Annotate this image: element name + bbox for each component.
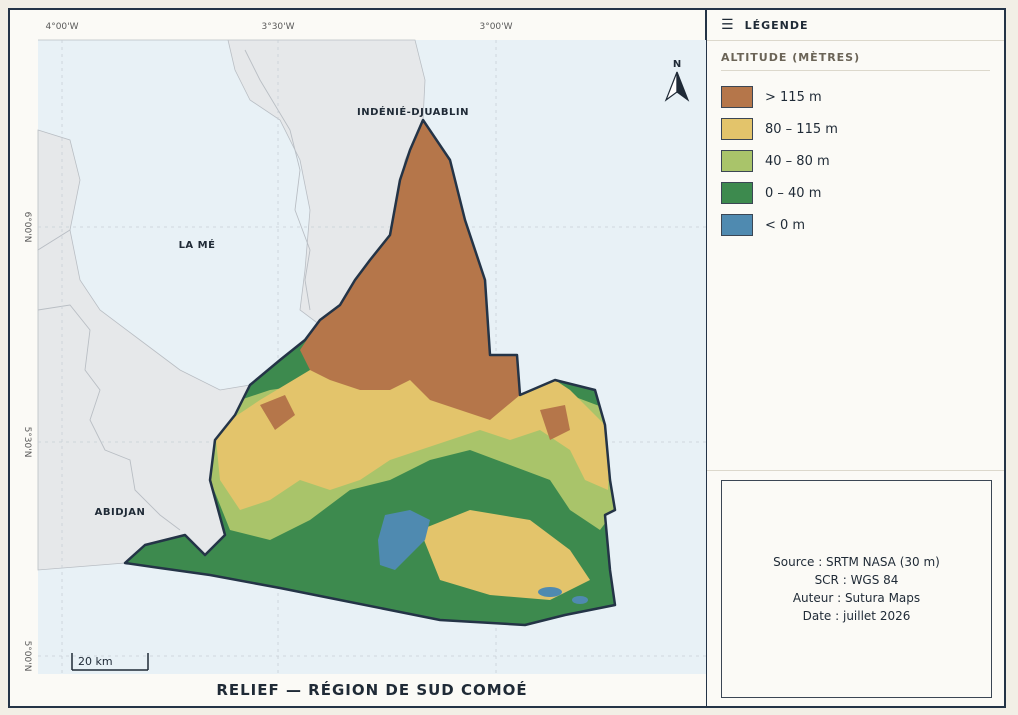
swatch-0-40: [721, 182, 753, 204]
swatch-40-80: [721, 150, 753, 172]
metadata-date: Date : juillet 2026: [802, 609, 911, 623]
map-canvas: 4°00'W 3°30'W 3°00'W 6°00'N 5°30'N 5°00'…: [22, 22, 706, 676]
metadata-scr: SCR : WGS 84: [814, 573, 899, 587]
lagoon-small: [572, 596, 588, 604]
legend-item-0-40: 0 – 40 m: [721, 177, 1004, 209]
legend-item-label: 80 – 115 m: [765, 121, 838, 137]
metadata-box: Source : SRTM NASA (30 m) SCR : WGS 84 A…: [721, 480, 992, 698]
lagoon-small: [538, 587, 562, 597]
legend-panel: ☰ LÉGENDE ALTITUDE (MÈTRES) > 115 m 80 –…: [707, 10, 1004, 706]
lat-label-3: 5°00'N: [22, 641, 32, 672]
map-title: RELIEF — RÉGION DE SUD COMOÉ: [38, 674, 706, 706]
label-abidjan: ABIDJAN: [95, 507, 146, 518]
north-arrow-label: N: [673, 59, 681, 70]
legend-item-label: 0 – 40 m: [765, 185, 822, 201]
lat-label-2: 5°30'N: [22, 427, 32, 458]
legend-item-label: > 115 m: [765, 89, 822, 105]
legend-item-80-115: 80 – 115 m: [721, 113, 1004, 145]
legend-items: > 115 m 80 – 115 m 40 – 80 m 0 – 40 m < …: [721, 81, 1004, 241]
swatch-gt-115: [721, 86, 753, 108]
metadata-source: Source : SRTM NASA (30 m): [773, 555, 940, 569]
menu-icon[interactable]: ☰: [721, 17, 735, 33]
lon-label-3: 3°00'W: [479, 22, 512, 32]
scale-bar-label: 20 km: [78, 655, 113, 668]
metadata-author: Auteur : Sutura Maps: [792, 591, 921, 605]
legend-title: LÉGENDE: [744, 18, 809, 32]
label-la-me: LA MÉ: [179, 238, 216, 251]
swatch-80-115: [721, 118, 753, 140]
lon-label-2: 3°30'W: [261, 22, 294, 32]
lon-label-1: 4°00'W: [45, 22, 78, 32]
map-layout-frame: 4°00'W 3°30'W 3°00'W 6°00'N 5°30'N 5°00'…: [8, 8, 1006, 708]
label-indenie-djuablin: INDÉNIÉ-DJUABLIN: [357, 105, 469, 118]
legend-item-label: < 0 m: [765, 217, 806, 233]
legend-item-40-80: 40 – 80 m: [721, 145, 1004, 177]
legend-subheader: ALTITUDE (MÈTRES): [721, 51, 990, 71]
lat-label-1: 6°00'N: [22, 212, 32, 243]
legend-item-gt-115: > 115 m: [721, 81, 1004, 113]
legend-item-label: 40 – 80 m: [765, 153, 830, 169]
legend-divider: [707, 470, 1004, 471]
legend-header: ☰ LÉGENDE: [707, 10, 1004, 41]
legend-item-lt-0: < 0 m: [721, 209, 1004, 241]
swatch-lt-0: [721, 214, 753, 236]
map-panel: 4°00'W 3°30'W 3°00'W 6°00'N 5°30'N 5°00'…: [10, 10, 707, 706]
